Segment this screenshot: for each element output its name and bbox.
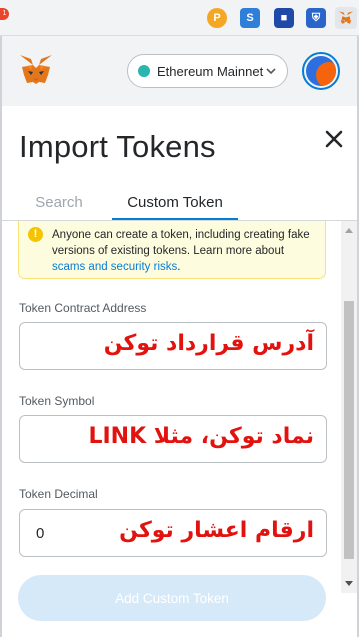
contract-address-label: Token Contract Address xyxy=(19,301,147,315)
token-symbol-label: Token Symbol xyxy=(19,394,95,408)
warning-text: Anyone can create a token, including cre… xyxy=(52,229,310,257)
warning-suffix: . xyxy=(177,261,181,273)
token-tabs: Search Custom Token xyxy=(2,186,357,220)
token-decimal-annotation: ارقام اعشار توکن xyxy=(119,518,314,543)
close-icon[interactable] xyxy=(321,126,347,152)
s-extension-icon[interactable]: S xyxy=(240,8,260,28)
content-scrollbar[interactable] xyxy=(341,221,357,593)
pocket-extension-icon[interactable]: P xyxy=(207,8,227,28)
scroll-up-arrow-icon[interactable] xyxy=(345,228,353,233)
network-status-dot xyxy=(138,65,150,77)
network-name: Ethereum Mainnet xyxy=(157,63,264,79)
add-custom-token-button[interactable]: Add Custom Token xyxy=(18,575,326,621)
chevron-down-icon xyxy=(266,68,276,75)
contract-address-annotation: آدرس قرارداد توکن xyxy=(103,331,314,356)
token-decimal-value: 0 xyxy=(36,525,45,542)
token-decimal-input[interactable]: 0 ارقام اعشار توکن xyxy=(19,509,327,557)
browser-extension-toolbar: 1 P S ■ ⛨ xyxy=(0,0,359,36)
token-symbol-input[interactable]: نماد توکن، مثلا LINK xyxy=(19,415,327,463)
notification-badge: 1 xyxy=(0,8,9,20)
scam-warning-banner: ! Anyone can create a token, including c… xyxy=(18,221,326,279)
account-avatar-button[interactable] xyxy=(302,52,340,90)
network-selector[interactable]: Ethereum Mainnet xyxy=(127,54,288,88)
scroll-thumb[interactable] xyxy=(344,301,354,559)
contract-address-input[interactable]: آدرس قرارداد توکن xyxy=(19,322,327,370)
warning-info-icon: ! xyxy=(28,227,43,242)
page-title: Import Tokens xyxy=(19,129,216,164)
footer: Add Custom Token xyxy=(2,557,341,637)
metamask-fox-icon[interactable] xyxy=(18,54,54,88)
bookmark-extension-icon[interactable]: ■ xyxy=(274,8,294,28)
tab-custom-token[interactable]: Custom Token xyxy=(112,186,238,220)
bitwarden-extension-icon[interactable]: ⛨ xyxy=(306,8,326,28)
token-symbol-annotation: نماد توکن، مثلا LINK xyxy=(88,424,314,449)
account-identicon xyxy=(306,56,336,86)
tab-search[interactable]: Search xyxy=(18,186,100,220)
app-header: Ethereum Mainnet xyxy=(2,36,357,106)
metamask-popup: Ethereum Mainnet Import Tokens Search Cu… xyxy=(0,36,359,637)
token-decimal-label: Token Decimal xyxy=(19,487,98,501)
scams-risks-link[interactable]: scams and security risks xyxy=(52,261,177,273)
scroll-down-arrow-icon[interactable] xyxy=(345,581,353,586)
metamask-extension-icon[interactable] xyxy=(335,7,357,29)
custom-token-form: ! Anyone can create a token, including c… xyxy=(2,221,341,557)
